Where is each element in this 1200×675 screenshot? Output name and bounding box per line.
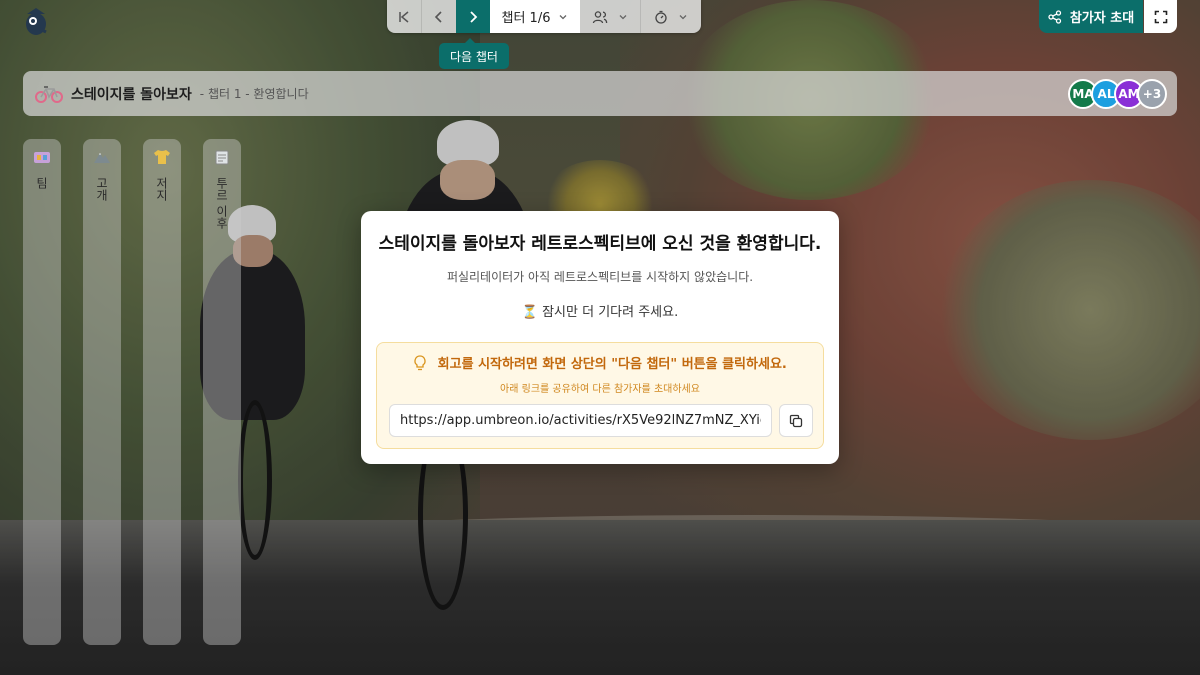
column-label: 투르 이후: [214, 177, 229, 229]
stage-header: 스테이지를 돌아보자 - 챕터 1 - 환영합니다 MA AL AM +3: [23, 71, 1177, 116]
team-icon: [33, 149, 51, 169]
jersey-icon: [153, 149, 171, 169]
chevron-down-icon: [560, 14, 567, 19]
tip-message: 회고를 시작하려면 화면 상단의 "다음 챕터" 버튼을 클릭하세요.: [377, 353, 823, 372]
bicycle-icon: [35, 85, 63, 103]
column-after-tour[interactable]: 투르 이후: [203, 139, 241, 645]
timer-dropdown[interactable]: [641, 0, 701, 33]
fullscreen-icon: [1154, 10, 1167, 23]
app-logo[interactable]: [22, 6, 50, 36]
chapter-navigation: 챕터 1/6: [387, 0, 701, 33]
modal-title: 스테이지를 돌아보자 레트로스펙티브에 오신 것을 환영합니다.: [378, 234, 822, 254]
copy-link-button[interactable]: [779, 404, 813, 437]
next-chapter-button[interactable]: [456, 0, 490, 33]
tip-subtext: 아래 링크를 공유하여 다른 참가자를 초대하세요: [500, 384, 700, 395]
next-chapter-tooltip: 다음 챕터: [439, 38, 509, 69]
column-label: 팀: [34, 177, 49, 189]
timer-icon: [655, 10, 667, 24]
previous-chapter-button[interactable]: [422, 0, 456, 33]
modal-wait-message: ⏳ 잠시만 더 기다려 주세요.: [361, 301, 839, 320]
column-team[interactable]: 팀: [23, 139, 61, 645]
chevron-right-icon: [470, 10, 478, 23]
fullscreen-button[interactable]: [1144, 0, 1177, 33]
wait-text: 잠시만 더 기다려 주세요.: [542, 305, 679, 320]
tip-box: 회고를 시작하려면 화면 상단의 "다음 챕터" 버튼을 클릭하세요. 아래 링…: [376, 342, 824, 449]
chevron-down-icon: [679, 14, 687, 19]
stage-subtitle: - 챕터 1 - 환영합니다: [199, 87, 309, 101]
tip-text: 회고를 시작하려면 화면 상단의 "다음 챕터" 버튼을 클릭하세요.: [437, 357, 787, 372]
chapter-label: 챕터 1/6: [501, 11, 551, 26]
chapter-select[interactable]: 챕터 1/6: [490, 0, 580, 33]
first-chapter-button[interactable]: [387, 0, 421, 33]
users-icon: [592, 10, 608, 23]
skip-back-icon: [399, 10, 409, 23]
invite-participants-button[interactable]: 참가자 초대: [1039, 0, 1143, 33]
lightbulb-icon: [414, 355, 426, 371]
column-label: 저지: [154, 177, 169, 201]
participant-avatars[interactable]: MA AL AM +3: [1068, 79, 1167, 109]
mountain-icon: [93, 149, 111, 169]
invite-label: 참가자 초대: [1069, 11, 1135, 26]
column-mountain[interactable]: 고개: [83, 139, 121, 645]
more-participants-badge[interactable]: +3: [1137, 79, 1167, 109]
chevron-left-icon: [434, 10, 442, 23]
modal-description: 퍼실리테이터가 아직 레트로스펙티브를 시작하지 않았습니다.: [446, 270, 754, 284]
participants-dropdown[interactable]: [580, 0, 640, 33]
notes-icon: [214, 149, 230, 169]
column-jersey[interactable]: 저지: [143, 139, 181, 645]
chevron-down-icon: [619, 14, 627, 19]
column-label: 고개: [94, 177, 109, 201]
stage-title: 스테이지를 돌아보자: [71, 86, 192, 103]
invite-link-input[interactable]: [389, 404, 772, 437]
share-icon: [1048, 9, 1061, 24]
welcome-modal: 스테이지를 돌아보자 레트로스펙티브에 오신 것을 환영합니다. 퍼실리테이터가…: [361, 211, 839, 464]
copy-icon: [789, 414, 803, 427]
hourglass-icon: ⏳: [521, 305, 538, 320]
